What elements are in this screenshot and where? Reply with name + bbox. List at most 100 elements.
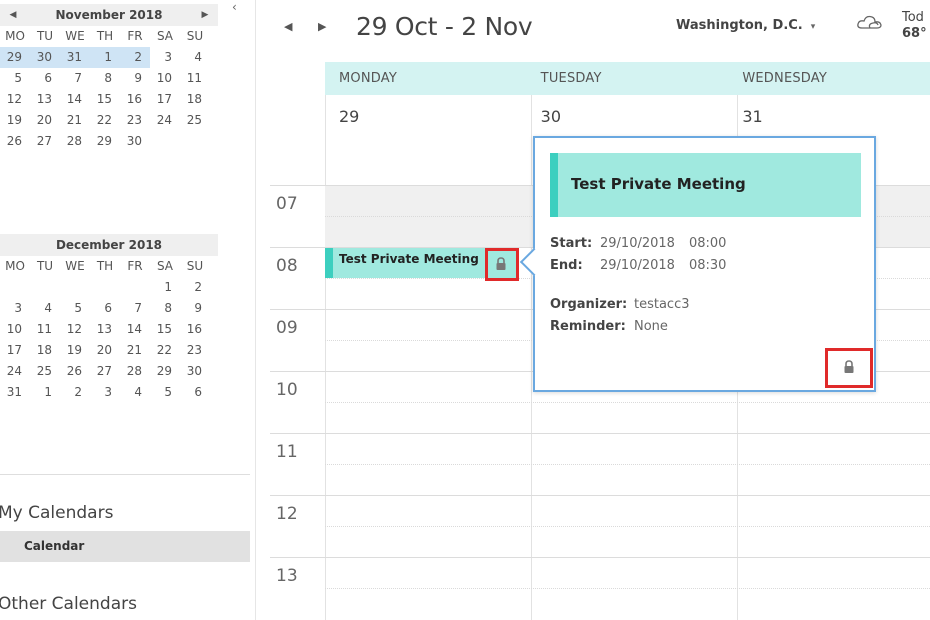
event-title: Test Private Meeting bbox=[339, 252, 479, 266]
mini-calendar-day[interactable]: 31 bbox=[60, 47, 90, 68]
mini-calendar-day[interactable]: 28 bbox=[120, 361, 150, 382]
location-dropdown[interactable]: Washington, D.C. ▾ bbox=[676, 18, 815, 33]
mini-calendar-day[interactable]: 20 bbox=[90, 340, 120, 361]
mini-calendar-day[interactable]: 23 bbox=[120, 110, 150, 131]
mini-calendar-day[interactable]: 6 bbox=[180, 382, 210, 403]
weather-summary[interactable]: Tod 68° bbox=[902, 10, 927, 42]
mini-calendar-day[interactable]: 24 bbox=[150, 110, 180, 131]
hour-label: 09 bbox=[276, 318, 298, 338]
mini-calendar-day[interactable]: 11 bbox=[180, 68, 210, 89]
mini-calendar-day[interactable]: 18 bbox=[180, 89, 210, 110]
mini-calendar-day[interactable]: 10 bbox=[0, 319, 30, 340]
mini-calendar-day[interactable]: 3 bbox=[90, 382, 120, 403]
mini-calendar-day[interactable]: 5 bbox=[0, 68, 30, 89]
mini-calendar-day[interactable]: 15 bbox=[90, 89, 120, 110]
mini-calendar-day[interactable]: 1 bbox=[90, 47, 120, 68]
mini-calendar-day[interactable]: 22 bbox=[150, 340, 180, 361]
other-calendars-heading[interactable]: Other Calendars bbox=[0, 594, 137, 614]
day-header-tuesday[interactable]: TUESDAY bbox=[527, 62, 729, 95]
mini-calendar-day[interactable]: 12 bbox=[60, 319, 90, 340]
mini-calendar-day[interactable]: 12 bbox=[0, 89, 30, 110]
mini-calendar-day[interactable]: 22 bbox=[90, 110, 120, 131]
mini-calendar-day[interactable]: 25 bbox=[180, 110, 210, 131]
mini-calendar-day[interactable]: 26 bbox=[0, 131, 30, 152]
sidebar: ‹ ◀ November 2018 ▶ MO TU WE TH FR SA SU 29 30 31… bbox=[0, 0, 256, 620]
day-header-wednesday[interactable]: WEDNESDAY bbox=[728, 62, 930, 95]
mini-calendar-day[interactable]: 8 bbox=[90, 68, 120, 89]
day-header-monday[interactable]: MONDAY bbox=[325, 62, 527, 95]
mini-calendar-day[interactable]: 10 bbox=[150, 68, 180, 89]
mini-calendar-day[interactable]: 19 bbox=[0, 110, 30, 131]
mini-calendar-day[interactable]: 17 bbox=[0, 340, 30, 361]
mini-calendar-day[interactable]: 21 bbox=[120, 340, 150, 361]
mini-calendar-day[interactable]: 13 bbox=[90, 319, 120, 340]
my-calendars-heading[interactable]: My Calendars bbox=[0, 503, 113, 523]
mini-calendar-day[interactable]: 3 bbox=[150, 47, 180, 68]
previous-month-button[interactable]: ◀ bbox=[8, 10, 18, 20]
mini-calendar-day[interactable]: 4 bbox=[120, 382, 150, 403]
mini-calendar-day[interactable]: 5 bbox=[60, 298, 90, 319]
mini-calendar-empty bbox=[180, 131, 210, 152]
mini-calendar-grid: MO TU WE TH FR SA SU 29 30 31 1 2 3 4 5 6 7 8 9 10 11 12 13 14 1… bbox=[0, 26, 218, 152]
calendar-list-item[interactable]: Calendar bbox=[0, 531, 250, 562]
mini-calendar-day[interactable]: 20 bbox=[30, 110, 60, 131]
weekday-label: TU bbox=[36, 259, 54, 273]
mini-calendar-day[interactable]: 31 bbox=[0, 382, 30, 403]
mini-calendar-day[interactable]: 18 bbox=[30, 340, 60, 361]
mini-calendar-day[interactable]: 14 bbox=[60, 89, 90, 110]
mini-calendar-day[interactable]: 6 bbox=[30, 68, 60, 89]
mini-calendar-day[interactable]: 30 bbox=[180, 361, 210, 382]
hour-row: 13 bbox=[256, 557, 930, 619]
mini-calendar-day[interactable]: 2 bbox=[60, 382, 90, 403]
mini-calendar-day[interactable]: 7 bbox=[120, 298, 150, 319]
mini-calendar-day[interactable]: 1 bbox=[150, 277, 180, 298]
end-time: 08:30 bbox=[688, 258, 727, 273]
organizer-value: testacc3 bbox=[634, 297, 690, 312]
mini-calendar-day[interactable]: 17 bbox=[150, 89, 180, 110]
mini-calendar-day[interactable]: 4 bbox=[30, 298, 60, 319]
event-peek-popup[interactable]: Test Private Meeting Start: 29/10/2018 08:… bbox=[519, 136, 876, 392]
mini-calendar-day[interactable]: 29 bbox=[0, 47, 30, 68]
next-month-button[interactable]: ▶ bbox=[200, 10, 210, 20]
mini-calendar-day[interactable]: 14 bbox=[120, 319, 150, 340]
day-number-monday[interactable]: 29 bbox=[325, 95, 527, 185]
mini-calendar-day[interactable]: 26 bbox=[60, 361, 90, 382]
mini-calendar-day[interactable]: 29 bbox=[150, 361, 180, 382]
chevron-left-icon: ‹ bbox=[232, 0, 237, 14]
mini-calendar-empty bbox=[90, 277, 120, 298]
mini-calendar-day[interactable]: 27 bbox=[90, 361, 120, 382]
mini-calendar-day[interactable]: 8 bbox=[150, 298, 180, 319]
mini-calendar-day[interactable]: 29 bbox=[90, 131, 120, 152]
mini-calendar-day[interactable]: 13 bbox=[30, 89, 60, 110]
mini-calendar-day[interactable]: 30 bbox=[120, 131, 150, 152]
mini-calendar-day[interactable]: 24 bbox=[0, 361, 30, 382]
mini-calendar-day[interactable]: 6 bbox=[90, 298, 120, 319]
weekday-label: WE bbox=[65, 259, 85, 273]
mini-calendar-day[interactable]: 11 bbox=[30, 319, 60, 340]
next-week-button[interactable]: ▶ bbox=[318, 20, 326, 33]
mini-calendar-day[interactable]: 21 bbox=[60, 110, 90, 131]
mini-calendar-day[interactable]: 16 bbox=[120, 89, 150, 110]
mini-calendar-day[interactable]: 28 bbox=[60, 131, 90, 152]
mini-calendar-day[interactable]: 25 bbox=[30, 361, 60, 382]
mini-calendar-day[interactable]: 27 bbox=[30, 131, 60, 152]
previous-week-button[interactable]: ◀ bbox=[284, 20, 292, 33]
mini-calendar-day[interactable]: 3 bbox=[0, 298, 30, 319]
mini-calendar-day[interactable]: 30 bbox=[30, 47, 60, 68]
mini-calendar-day[interactable]: 19 bbox=[60, 340, 90, 361]
mini-calendar-day[interactable]: 9 bbox=[120, 68, 150, 89]
sidebar-divider bbox=[0, 474, 250, 475]
mini-calendar-day[interactable]: 2 bbox=[120, 47, 150, 68]
mini-calendar-day[interactable]: 1 bbox=[30, 382, 60, 403]
mini-calendar-day[interactable]: 2 bbox=[180, 277, 210, 298]
mini-calendar-day[interactable]: 7 bbox=[60, 68, 90, 89]
mini-calendar-day[interactable]: 15 bbox=[150, 319, 180, 340]
cloud-icon bbox=[856, 12, 886, 32]
mini-calendar-day[interactable]: 5 bbox=[150, 382, 180, 403]
mini-calendar-day[interactable]: 16 bbox=[180, 319, 210, 340]
mini-calendar-day[interactable]: 23 bbox=[180, 340, 210, 361]
collapse-sidebar-button[interactable]: ‹ bbox=[232, 0, 246, 16]
mini-calendar-day[interactable]: 4 bbox=[180, 47, 210, 68]
mini-calendar-day[interactable]: 9 bbox=[180, 298, 210, 319]
mini-calendar-empty bbox=[30, 277, 60, 298]
